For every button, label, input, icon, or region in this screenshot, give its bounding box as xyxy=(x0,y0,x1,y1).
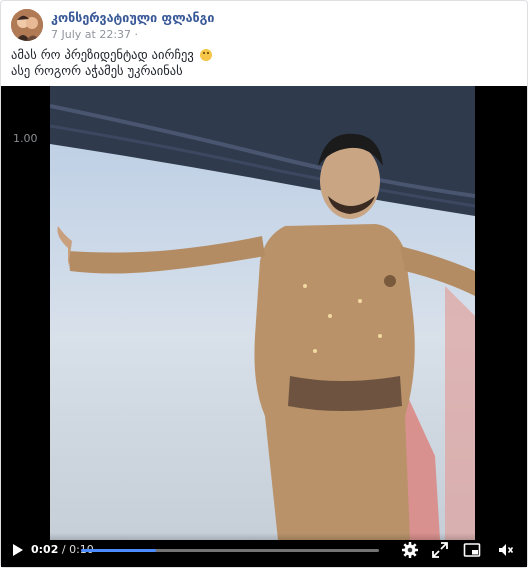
post-text-line: ამას რო პრეზიდენტად აირჩევ xyxy=(11,47,511,63)
progress-fill xyxy=(81,549,156,552)
video-controls: 0:02 / 0:10 xyxy=(1,533,527,567)
current-time: 0:02 xyxy=(31,543,59,556)
post-text-line-2: ასე როგორ აჭამეს უკრაინას xyxy=(11,63,183,78)
page-name-link[interactable]: კონსერვატიული ფლანგი xyxy=(51,10,214,25)
post-timestamp[interactable]: 7 July at 22:37 · xyxy=(51,28,138,41)
avatar[interactable] xyxy=(11,9,43,41)
volume-icon[interactable] xyxy=(497,541,515,559)
play-icon[interactable] xyxy=(11,543,25,557)
gear-icon[interactable] xyxy=(401,541,419,559)
picture-in-picture-icon[interactable] xyxy=(463,541,481,559)
slightly-smiling-face-icon xyxy=(199,49,212,61)
post-text: ამას რო პრეზიდენტად აირჩევ ასე როგორ აჭა… xyxy=(11,47,511,79)
progress-bar[interactable] xyxy=(81,549,379,552)
avatar-image xyxy=(11,9,43,41)
time-separator: / xyxy=(58,543,70,556)
post-text-line-1: ამას რო პრეზიდენტად აირჩევ xyxy=(11,47,194,62)
post-text-line: ასე როგორ აჭამეს უკრაინას xyxy=(11,63,511,79)
view-counter: 1.00 xyxy=(13,132,38,145)
expand-icon[interactable] xyxy=(431,541,449,559)
video-frame[interactable] xyxy=(50,86,475,540)
video-frame-image xyxy=(50,86,475,540)
post-card: კონსერვატიული ფლანგი 7 July at 22:37 · ა… xyxy=(0,0,528,568)
video-player[interactable]: 1.00 0:02 / xyxy=(1,86,527,567)
